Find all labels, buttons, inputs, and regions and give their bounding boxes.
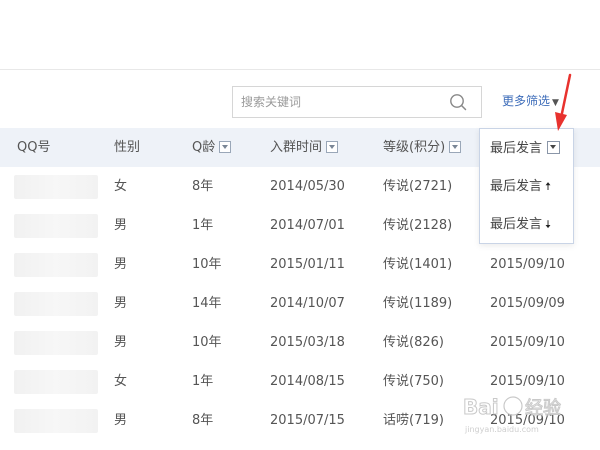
level-cell: 传说(1189): [383, 296, 453, 311]
table-row[interactable]: 男 10年 2015/01/11 传说(1401) 2015/09/10: [0, 245, 600, 284]
svg-text:jingyan.baidu.com: jingyan.baidu.com: [464, 425, 539, 434]
gender-cell: 男: [114, 257, 128, 272]
age-cell: 10年: [192, 335, 222, 350]
level-cell: 传说(2128): [383, 218, 453, 233]
table-row[interactable]: 男 10年 2015/03/18 传说(826) 2015/09/10: [0, 323, 600, 362]
join-time-cell: 2015/03/18: [270, 335, 345, 350]
column-header-gender: 性别: [114, 140, 141, 155]
column-header-join-time[interactable]: 入群时间: [270, 128, 339, 167]
level-cell: 传说(750): [383, 374, 444, 389]
age-cell: 1年: [192, 374, 214, 389]
join-time-cell: 2014/07/01: [270, 218, 345, 233]
gender-cell: 女: [114, 374, 128, 389]
age-cell: 8年: [192, 413, 214, 428]
last-speak-cell: 2015/09/10: [490, 257, 565, 272]
level-cell: 传说(1401): [383, 257, 453, 272]
column-header-level[interactable]: 等级(积分): [383, 128, 462, 167]
gender-cell: 男: [114, 335, 128, 350]
watermark-logo: Bai 经验 jingyan.baidu.com: [463, 395, 562, 435]
sort-dropdown-icon[interactable]: [326, 140, 339, 153]
svg-text:Bai: Bai: [463, 395, 499, 419]
qq-number-redacted: [14, 214, 98, 238]
column-header-qq: QQ号: [17, 140, 51, 155]
gender-cell: 男: [114, 296, 128, 311]
arrow-up-icon: 🠅: [545, 180, 552, 193]
join-time-cell: 2015/07/15: [270, 413, 345, 428]
arrow-down-icon: 🠇: [545, 218, 552, 231]
level-cell: 传说(2721): [383, 179, 453, 194]
sort-descending-option[interactable]: 最后发言 🠇: [480, 206, 573, 244]
qq-number-redacted: [14, 253, 98, 277]
join-time-cell: 2014/05/30: [270, 179, 345, 194]
search-input[interactable]: [241, 87, 441, 117]
join-time-cell: 2014/08/15: [270, 374, 345, 389]
age-cell: 14年: [192, 296, 222, 311]
last-speak-cell: 2015/09/09: [490, 296, 565, 311]
gender-cell: 女: [114, 179, 128, 194]
qq-number-redacted: [14, 409, 98, 433]
last-speak-sort-dropdown[interactable]: 最后发言 最后发言 🠅 最后发言 🠇: [479, 128, 574, 244]
dropdown-header[interactable]: 最后发言: [480, 129, 573, 168]
dropdown-toggle-icon[interactable]: [547, 141, 561, 154]
gender-cell: 男: [114, 218, 128, 233]
qq-number-redacted: [14, 370, 98, 394]
sort-dropdown-icon[interactable]: [449, 140, 462, 153]
age-cell: 8年: [192, 179, 214, 194]
age-cell: 10年: [192, 257, 222, 272]
qq-number-redacted: [14, 292, 98, 316]
qq-number-redacted: [14, 331, 98, 355]
last-speak-cell: 2015/09/10: [490, 335, 565, 350]
join-time-cell: 2014/10/07: [270, 296, 345, 311]
sort-dropdown-icon[interactable]: [219, 140, 232, 153]
top-bar: [0, 0, 600, 70]
more-filter-button[interactable]: 更多筛选 ▼: [502, 92, 559, 109]
qq-number-redacted: [14, 175, 98, 199]
search-box[interactable]: [232, 86, 482, 118]
table-row[interactable]: 男 14年 2014/10/07 传说(1189) 2015/09/09: [0, 284, 600, 323]
gender-cell: 男: [114, 413, 128, 428]
level-cell: 话唠(719): [383, 413, 444, 428]
age-cell: 1年: [192, 218, 214, 233]
level-cell: 传说(826): [383, 335, 444, 350]
search-icon[interactable]: [449, 93, 467, 111]
more-filter-label[interactable]: 更多筛选: [502, 94, 550, 108]
join-time-cell: 2015/01/11: [270, 257, 345, 272]
sort-ascending-option[interactable]: 最后发言 🠅: [480, 168, 573, 206]
svg-text:经验: 经验: [525, 398, 561, 419]
caret-down-icon[interactable]: ▼: [552, 98, 559, 108]
column-header-age[interactable]: Q龄: [192, 128, 232, 167]
